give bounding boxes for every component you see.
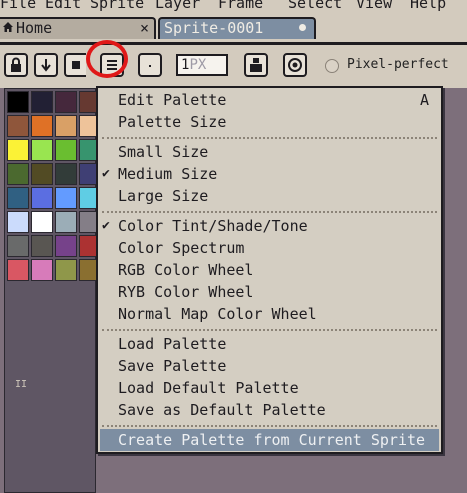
- menu-item-label: Medium Size: [118, 165, 218, 183]
- pixel-perfect-checkbox[interactable]: [325, 59, 339, 73]
- palette-swatch[interactable]: [55, 187, 77, 209]
- menu-view[interactable]: View: [356, 0, 392, 12]
- menu-item-rgb-color-wheel[interactable]: RGB Color Wheel: [100, 259, 439, 281]
- menu-item-ryb-color-wheel[interactable]: RYB Color Wheel: [100, 281, 439, 303]
- palette-swatch[interactable]: [55, 115, 77, 137]
- ink-bottle-icon: [250, 58, 262, 72]
- menu-sprite[interactable]: Sprite: [90, 0, 144, 12]
- annotation-circle: [86, 40, 128, 78]
- palette-swatch[interactable]: [31, 163, 53, 185]
- close-icon[interactable]: ×: [140, 19, 149, 37]
- unsaved-dot-icon: [299, 24, 306, 31]
- tab-sprite[interactable]: Sprite-0001: [158, 17, 316, 39]
- dot-icon: [149, 65, 151, 67]
- palette-swatch[interactable]: [7, 259, 29, 281]
- brush-type-button[interactable]: [138, 53, 162, 77]
- menu-edit[interactable]: Edit: [45, 0, 81, 12]
- palette-swatch[interactable]: [31, 211, 53, 233]
- palette-swatch[interactable]: [31, 235, 53, 257]
- color-bar-toolbar: 1PX Pixel-perfect: [0, 42, 467, 88]
- palette-options-menu: Edit Palette A Palette Size Small Size ✔ M…: [96, 86, 443, 454]
- menu-separator: [102, 329, 437, 331]
- menu-item-small-size[interactable]: Small Size: [100, 141, 439, 163]
- menu-item-label: Save Palette: [118, 357, 227, 375]
- stop-button[interactable]: [64, 53, 86, 77]
- ink-button[interactable]: [244, 53, 268, 77]
- palette-swatch[interactable]: [7, 235, 29, 257]
- pixel-perfect-label: Pixel-perfect: [347, 57, 449, 72]
- move-down-button[interactable]: [34, 53, 58, 77]
- menu-item-save-palette[interactable]: Save Palette: [100, 355, 439, 377]
- menu-item-label: Normal Map Color Wheel: [118, 305, 317, 323]
- menu-item-label: Edit Palette: [118, 91, 227, 109]
- palette-swatch[interactable]: [31, 259, 53, 281]
- palette-swatch[interactable]: [31, 139, 53, 161]
- menubar: File Edit Sprite Layer Frame Select View…: [0, 0, 467, 12]
- menu-item-label: Large Size: [118, 187, 209, 205]
- menu-item-label: Load Palette: [118, 335, 227, 353]
- palette-swatch[interactable]: [55, 211, 77, 233]
- menu-item-label: Small Size: [118, 143, 209, 161]
- menu-layer[interactable]: Layer: [155, 0, 200, 12]
- palette-swatch[interactable]: [55, 259, 77, 281]
- palette-swatch[interactable]: [55, 163, 77, 185]
- check-icon: ✔: [102, 166, 110, 181]
- tab-sprite-label: Sprite-0001: [164, 19, 264, 37]
- brush-size-unit: PX: [189, 57, 207, 73]
- square-icon: [72, 61, 80, 69]
- palette-swatch[interactable]: [55, 235, 77, 257]
- menu-item-label: Create Palette from Current Sprite: [118, 431, 426, 449]
- palette-swatch[interactable]: [7, 91, 29, 113]
- palette-panel: II: [4, 88, 101, 493]
- menu-item-label: RGB Color Wheel: [118, 261, 254, 279]
- menu-item-edit-palette[interactable]: Edit Palette A: [100, 89, 439, 111]
- menu-frame[interactable]: Frame: [218, 0, 263, 12]
- menu-file[interactable]: File: [0, 0, 36, 12]
- menu-item-color-spectrum[interactable]: Color Spectrum: [100, 237, 439, 259]
- lock-icon: [11, 57, 21, 72]
- menu-item-save-as-default-palette[interactable]: Save as Default Palette: [100, 399, 439, 421]
- menu-item-label: Color Spectrum: [118, 239, 245, 257]
- tab-home-label: Home: [16, 19, 53, 37]
- home-icon: [2, 19, 14, 37]
- lock-button[interactable]: [4, 53, 28, 77]
- menu-item-label: RYB Color Wheel: [118, 283, 254, 301]
- menu-item-large-size[interactable]: Large Size: [100, 185, 439, 207]
- palette-swatch[interactable]: [7, 163, 29, 185]
- check-icon: ✔: [102, 218, 110, 233]
- menu-item-color-tint-shade-tone[interactable]: ✔ Color Tint/Shade/Tone: [100, 215, 439, 237]
- menu-separator: [102, 425, 437, 427]
- menu-item-label: Load Default Palette: [118, 379, 299, 397]
- stabilizer-button[interactable]: [283, 53, 307, 77]
- menu-separator: [102, 211, 437, 213]
- palette-swatch[interactable]: [7, 187, 29, 209]
- tab-strip: Home × Sprite-0001: [0, 12, 467, 42]
- tab-home[interactable]: Home ×: [0, 17, 156, 39]
- palette-swatch[interactable]: [7, 139, 29, 161]
- menu-item-palette-size[interactable]: Palette Size: [100, 111, 439, 133]
- menu-item-create-palette-from-sprite[interactable]: Create Palette from Current Sprite: [100, 429, 439, 451]
- palette-swatch[interactable]: [55, 139, 77, 161]
- menu-help[interactable]: Help: [410, 0, 446, 12]
- palette-swatch[interactable]: [31, 115, 53, 137]
- menu-item-load-palette[interactable]: Load Palette: [100, 333, 439, 355]
- arrow-down-icon: [41, 59, 51, 72]
- menu-item-label: Palette Size: [118, 113, 227, 131]
- menu-item-normal-map-color-wheel[interactable]: Normal Map Color Wheel: [100, 303, 439, 325]
- palette-swatch[interactable]: [31, 91, 53, 113]
- shortcut-label: A: [419, 91, 429, 109]
- menu-separator: [102, 137, 437, 139]
- palette-swatch[interactable]: [7, 211, 29, 233]
- menu-item-label: Save as Default Palette: [118, 401, 326, 419]
- menu-item-medium-size[interactable]: ✔ Medium Size: [100, 163, 439, 185]
- palette-swatch[interactable]: [55, 91, 77, 113]
- palette-swatch[interactable]: [7, 115, 29, 137]
- panel-resize-handle[interactable]: II: [15, 379, 27, 390]
- menu-item-load-default-palette[interactable]: Load Default Palette: [100, 377, 439, 399]
- target-icon: [288, 58, 302, 72]
- palette-swatch[interactable]: [31, 187, 53, 209]
- brush-size-input[interactable]: 1PX: [176, 54, 228, 76]
- menu-select[interactable]: Select: [288, 0, 342, 12]
- menu-item-label: Color Tint/Shade/Tone: [118, 217, 308, 235]
